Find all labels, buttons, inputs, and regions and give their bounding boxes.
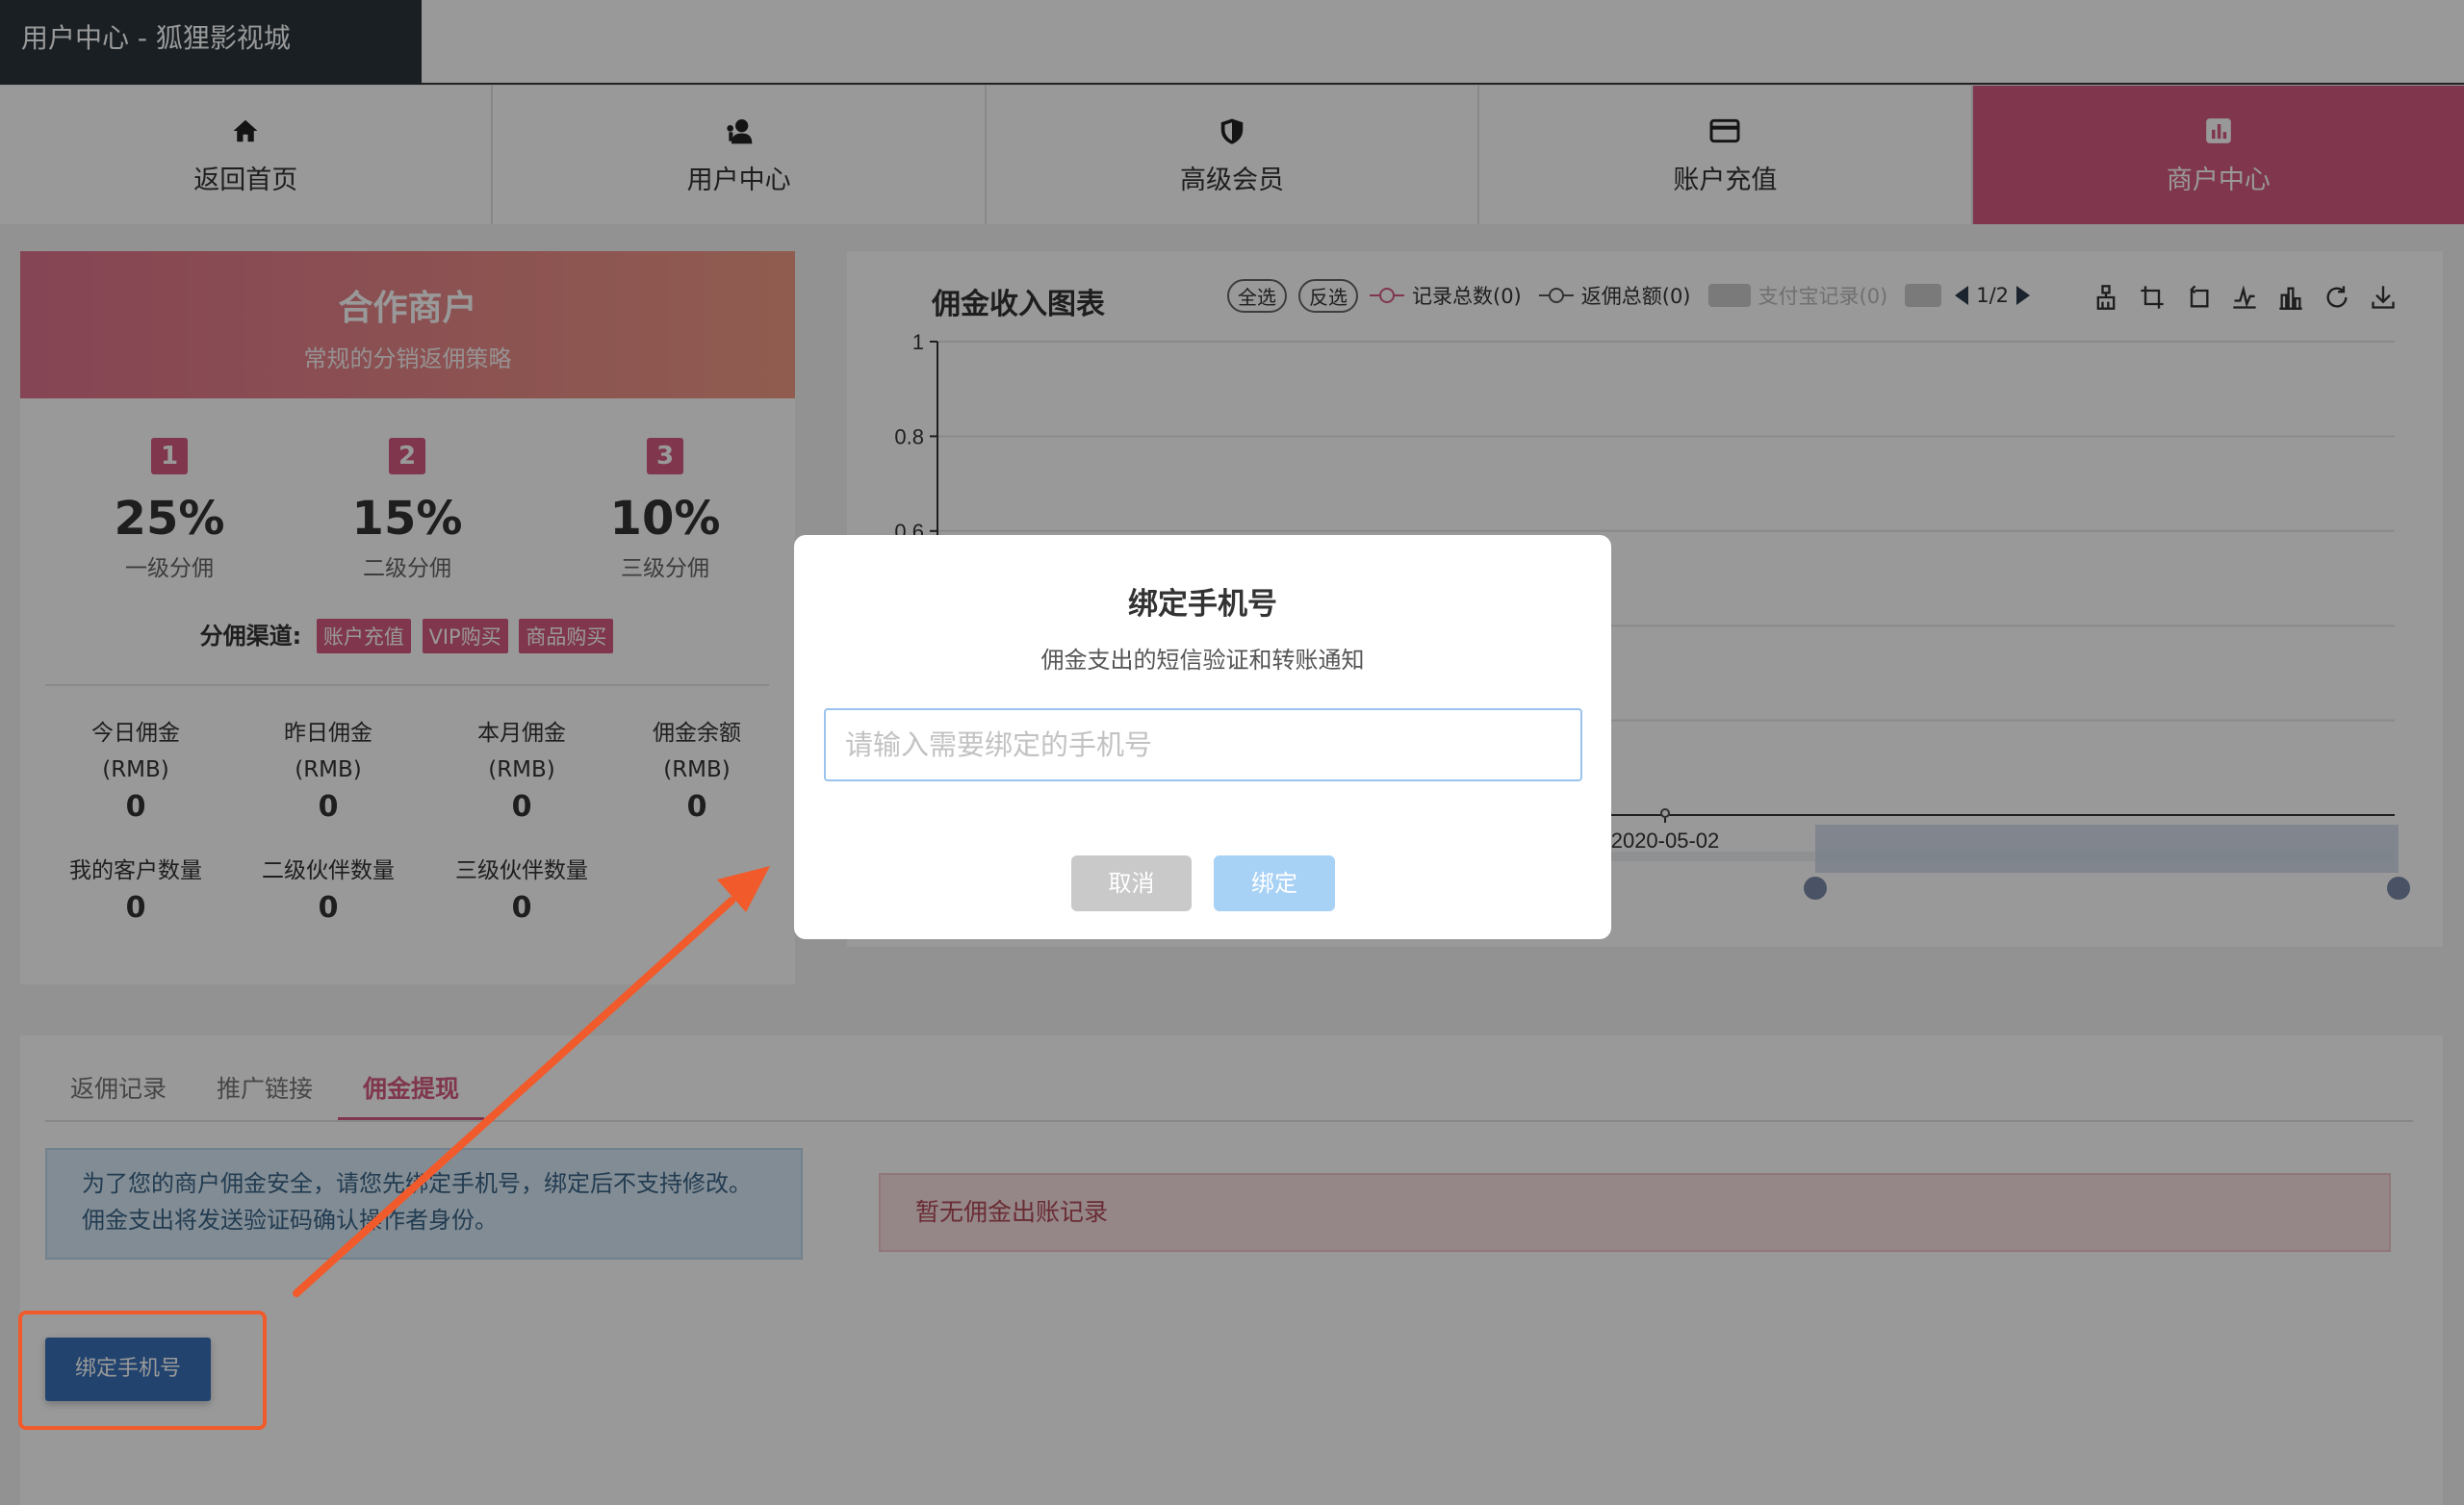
dialog-title: 绑定手机号 bbox=[1128, 587, 1277, 622]
bind-confirm-button[interactable]: 绑定 bbox=[1214, 855, 1335, 911]
cancel-button[interactable]: 取消 bbox=[1071, 855, 1192, 911]
dialog-subtitle: 佣金支出的短信验证和转账通知 bbox=[1040, 647, 1365, 674]
bind-phone-dialog: 绑定手机号 佣金支出的短信验证和转账通知 取消 绑定 bbox=[794, 535, 1611, 939]
phone-input[interactable] bbox=[824, 708, 1582, 781]
